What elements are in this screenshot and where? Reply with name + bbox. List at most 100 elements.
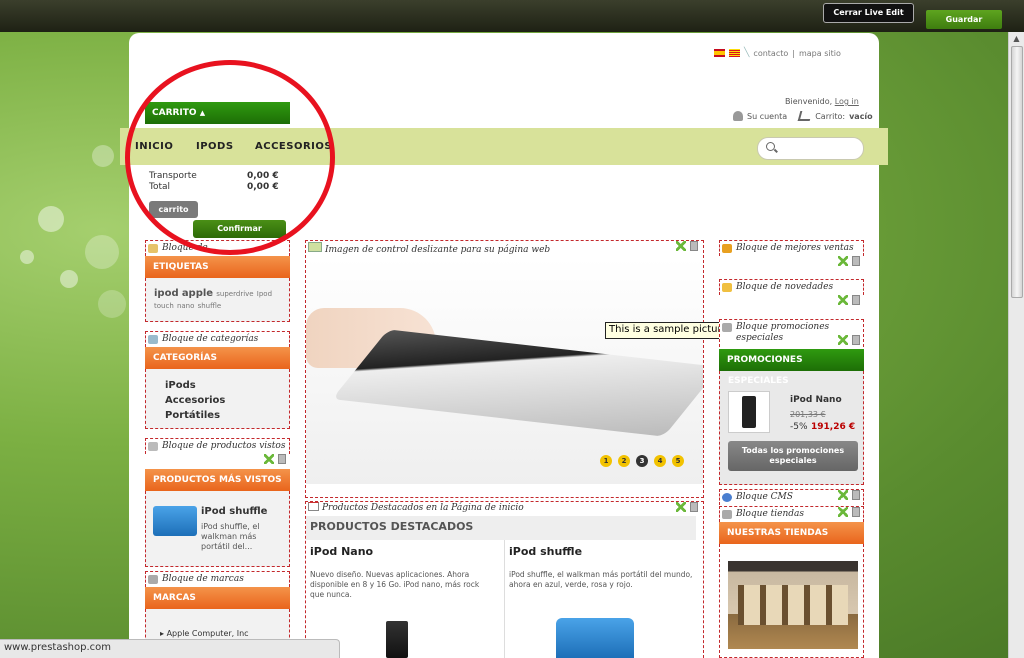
category-accesorios[interactable]: Accesorios <box>165 393 270 408</box>
home-icon <box>308 502 319 511</box>
tag-link[interactable]: Ipod <box>257 290 272 298</box>
tag-link[interactable]: ipod <box>154 288 179 299</box>
viewed-product-name[interactable]: iPod shuffle <box>201 506 267 517</box>
delete-icon[interactable] <box>852 256 860 266</box>
search-icon <box>766 142 775 151</box>
tag-link[interactable]: nano <box>177 302 194 310</box>
new-products-module-bar[interactable]: Bloque de novedades <box>719 279 864 295</box>
slider-dot[interactable]: 4 <box>654 455 666 467</box>
contact-link[interactable]: contacto <box>753 49 788 58</box>
catalan-flag-icon[interactable] <box>729 49 740 57</box>
nav-item-accesorios[interactable]: ACCESORIOS <box>255 141 332 152</box>
special-old-price: 201,33 € <box>790 410 826 419</box>
image-icon <box>308 242 322 252</box>
move-icon[interactable] <box>838 490 848 500</box>
category-portatiles[interactable]: Portátiles <box>165 408 270 423</box>
specials-block-header: PROMOCIONES <box>719 349 864 371</box>
tooltip: This is a sample picture <box>605 322 737 339</box>
ipod-shuffle-image[interactable] <box>556 618 634 658</box>
brands-module-bar[interactable]: Bloque de marcas <box>145 571 290 587</box>
eye-icon <box>148 442 158 451</box>
ipad-image <box>332 329 703 437</box>
tag-link[interactable]: apple <box>182 288 213 299</box>
special-discount: -5% <box>790 422 808 432</box>
bestsellers-module-tools <box>838 256 862 266</box>
sitemap-link[interactable]: mapa sitio <box>799 49 841 58</box>
collapse-arrow-icon[interactable]: ▲ <box>200 109 205 117</box>
confirm-button[interactable]: Confirmar <box>193 220 286 238</box>
cms-module-label: Bloque CMS <box>736 492 793 502</box>
scroll-thumb[interactable] <box>1011 46 1023 298</box>
special-product-thumb[interactable] <box>728 391 770 433</box>
slider-dot[interactable]: 5 <box>672 455 684 467</box>
viewed-module-bar[interactable]: Bloque de productos vistos <box>145 438 290 454</box>
bokeh <box>92 145 114 167</box>
save-button[interactable]: Guardar <box>926 10 1002 29</box>
store-image[interactable] <box>728 561 858 649</box>
tag-link[interactable]: shuffle <box>198 302 222 310</box>
ipod-nano-thumb-image <box>742 396 756 428</box>
move-icon[interactable] <box>676 241 686 251</box>
brands-block-header: MARCAS <box>145 587 290 609</box>
delete-icon[interactable] <box>690 241 698 251</box>
nav-item-inicio[interactable]: INICIO <box>135 141 173 152</box>
category-ipods[interactable]: iPods <box>165 378 270 393</box>
move-icon[interactable] <box>264 454 274 464</box>
move-icon[interactable] <box>838 295 848 305</box>
all-specials-button[interactable]: Todas los promociones especiales <box>728 441 858 471</box>
featured-block-header: PRODUCTOS DESTACADOS <box>306 516 696 540</box>
delete-icon[interactable] <box>852 490 860 500</box>
brand-apple-link[interactable]: Apple Computer, Inc <box>167 629 249 638</box>
product-name-ipod-nano[interactable]: iPod Nano <box>310 545 373 558</box>
cart-label[interactable]: Carrito: <box>815 112 845 121</box>
cart-block-header[interactable]: CARRITO ▲ <box>145 102 290 124</box>
welcome-text: Bienvenido, Log in <box>785 97 859 106</box>
specials-subtitle: ESPECIALES <box>728 376 789 386</box>
status-bar: www.prestashop.com <box>0 639 340 658</box>
search-input[interactable] <box>757 137 864 160</box>
delete-icon[interactable] <box>690 502 698 512</box>
scroll-up-icon[interactable]: ▲ <box>1009 32 1024 46</box>
slider-dot[interactable]: 1 <box>600 455 612 467</box>
delete-icon[interactable] <box>852 507 860 517</box>
delete-icon[interactable] <box>278 454 286 464</box>
stores-block-body <box>719 544 864 658</box>
bestsellers-module-label: Bloque de mejores ventas <box>736 243 854 253</box>
move-icon[interactable] <box>838 507 848 517</box>
login-link[interactable]: Log in <box>835 97 859 106</box>
info-icon <box>722 493 732 502</box>
bokeh <box>60 270 78 288</box>
tag-link[interactable]: touch <box>154 302 174 310</box>
new-icon <box>722 283 732 292</box>
ipod-shuffle-thumbnail[interactable] <box>153 506 197 536</box>
product-desc-ipod-shuffle: iPod shuffle, el walkman más portátil de… <box>509 570 693 589</box>
new-products-module-label: Bloque de novedades <box>736 282 834 292</box>
delete-icon[interactable] <box>852 335 860 345</box>
bullet-icon: ▸ <box>160 629 165 638</box>
move-icon[interactable] <box>838 335 848 345</box>
bokeh <box>38 206 64 232</box>
delete-icon[interactable] <box>852 295 860 305</box>
special-product-name[interactable]: iPod Nano <box>790 395 842 405</box>
slider-dot-active[interactable]: 3 <box>636 455 648 467</box>
account-link[interactable]: Su cuenta <box>747 112 787 121</box>
link-separator: | <box>792 48 795 58</box>
scrollbar[interactable]: ▲ <box>1008 32 1024 658</box>
ipod-nano-image[interactable] <box>386 621 408 658</box>
bestsellers-module-bar[interactable]: Bloque de mejores ventas <box>719 240 864 256</box>
tags-module-bar[interactable]: Bloque de... <box>145 240 290 256</box>
tag-link[interactable]: superdrive <box>216 290 253 298</box>
categories-module-bar[interactable]: Bloque de categorías <box>145 331 290 347</box>
close-live-edit-button[interactable]: Cerrar Live Edit <box>823 3 914 23</box>
nav-item-ipods[interactable]: IPODS <box>196 141 234 152</box>
move-icon[interactable] <box>838 256 848 266</box>
viewed-block-header: PRODUCTOS MÁS VISTOS <box>145 469 290 491</box>
product-divider <box>504 540 505 658</box>
spanish-flag-icon[interactable] <box>714 49 725 57</box>
cart-button[interactable]: carrito <box>149 201 198 218</box>
stores-block-header: NUESTRAS TIENDAS <box>719 522 864 544</box>
slider-image[interactable] <box>306 258 703 484</box>
move-icon[interactable] <box>676 502 686 512</box>
slider-dot[interactable]: 2 <box>618 455 630 467</box>
product-name-ipod-shuffle[interactable]: iPod shuffle <box>509 545 582 558</box>
